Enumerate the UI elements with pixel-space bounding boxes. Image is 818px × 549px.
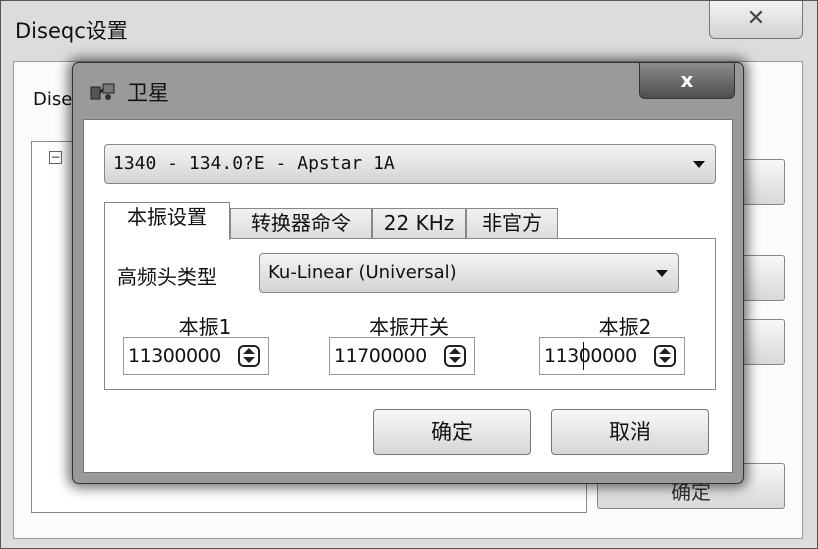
- satellite-select-value: 1340 - 134.0?E - Apstar 1A: [113, 153, 395, 174]
- lof2-input[interactable]: 11300000: [539, 337, 685, 375]
- cancel-button[interactable]: 取消: [551, 409, 709, 455]
- tree-collapse-icon[interactable]: −: [49, 151, 62, 164]
- chevron-down-icon: [656, 270, 668, 277]
- lof-switch-spinner[interactable]: [444, 345, 466, 367]
- spin-up-icon[interactable]: [243, 348, 255, 354]
- lof-switch-value: 11700000: [334, 345, 427, 367]
- dialog-close-button[interactable]: x: [639, 63, 735, 99]
- side-button-3[interactable]: [741, 319, 785, 365]
- tab-22khz[interactable]: 22 KHz: [372, 208, 466, 238]
- tab-panel-lnb-settings: 高频头类型 Ku-Linear (Universal) 本振1 11300000…: [104, 238, 716, 390]
- spin-down-icon[interactable]: [449, 357, 461, 363]
- lnb-type-value: Ku-Linear (Universal): [268, 262, 457, 283]
- spin-up-icon[interactable]: [449, 348, 461, 354]
- satellite-select[interactable]: 1340 - 134.0?E - Apstar 1A: [104, 144, 716, 184]
- side-button-2[interactable]: [741, 255, 785, 301]
- window-title: Diseqc设置: [15, 19, 128, 43]
- spin-up-icon[interactable]: [659, 348, 671, 354]
- lof-switch-label: 本振开关: [369, 315, 449, 339]
- satellite-icon: [90, 83, 115, 100]
- satellite-dialog: 卫星 x 1340 - 134.0?E - Apstar 1A 本振设置 转换器…: [72, 62, 744, 484]
- lof-switch-input[interactable]: 11700000: [329, 337, 475, 375]
- window-close-button[interactable]: ✕: [709, 1, 803, 39]
- tab-unofficial[interactable]: 非官方: [466, 208, 558, 238]
- side-button-1[interactable]: [741, 159, 785, 205]
- chevron-down-icon: [693, 161, 705, 168]
- ok-button[interactable]: 确定: [373, 409, 531, 455]
- lnb-type-select[interactable]: Ku-Linear (Universal): [259, 253, 679, 293]
- lof1-value: 11300000: [128, 345, 221, 367]
- text-caret: [583, 342, 584, 370]
- lof2-label: 本振2: [598, 315, 652, 339]
- tab-lnb-settings[interactable]: 本振设置: [104, 202, 230, 240]
- lof2-spinner[interactable]: [654, 345, 676, 367]
- lof1-input[interactable]: 11300000: [123, 337, 269, 375]
- spin-down-icon[interactable]: [659, 357, 671, 363]
- spin-down-icon[interactable]: [243, 357, 255, 363]
- lof1-label: 本振1: [178, 315, 232, 339]
- lof2-value: 11300000: [544, 345, 637, 367]
- tab-switch-commands[interactable]: 转换器命令: [230, 208, 372, 238]
- lnb-type-label: 高频头类型: [117, 265, 217, 289]
- lof1-spinner[interactable]: [238, 345, 260, 367]
- dialog-title: 卫星: [127, 81, 169, 105]
- partial-label: Dise: [33, 89, 73, 110]
